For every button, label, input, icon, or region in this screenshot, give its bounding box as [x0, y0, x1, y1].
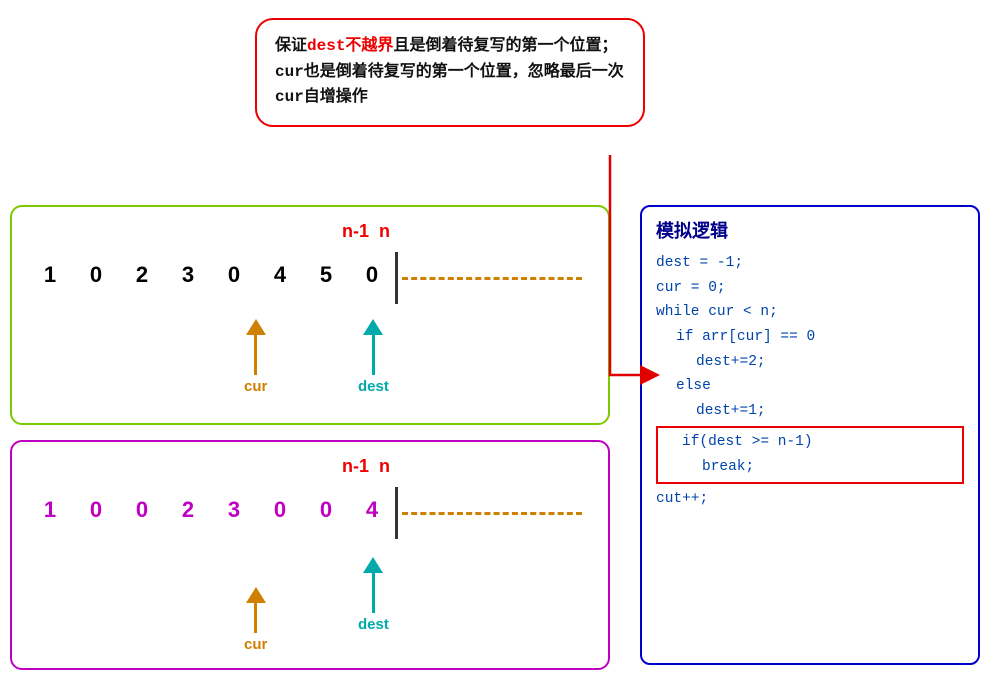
top-arr-7: 0 [349, 262, 395, 288]
top-arr-5: 4 [257, 262, 303, 288]
top-n-minus-1: n-1 [342, 221, 369, 242]
bottom-array-box: n-1 n 1 0 0 2 3 0 0 4 dest cur [10, 440, 610, 670]
bot-arr-2: 0 [119, 497, 165, 523]
top-dest-shaft [372, 335, 375, 375]
bot-arr-4: 3 [211, 497, 257, 523]
bottom-dest-shaft [372, 573, 375, 613]
top-cur-arrow: cur [244, 319, 267, 395]
top-cur-shaft [254, 335, 257, 375]
top-n-labels: n-1 n [342, 221, 390, 242]
top-arr-4: 0 [211, 262, 257, 288]
code-box-title: 模拟逻辑 [656, 217, 964, 243]
tooltip-line2: cur也是倒着待复写的第一个位置，忽略最后一次 [275, 63, 624, 81]
bottom-cur-arrowhead [246, 587, 266, 603]
bottom-array-numbers: 1 0 0 2 3 0 0 4 [27, 497, 395, 523]
top-dest-arrowhead [363, 319, 383, 335]
top-dest-arrow: dest [358, 319, 389, 395]
tooltip-line3: cur自增操作 [275, 88, 368, 106]
top-array-box: n-1 n 1 0 2 3 0 4 5 0 cur dest [10, 205, 610, 425]
code-line-1: dest = -1; [656, 251, 964, 276]
bottom-n-labels: n-1 n [342, 456, 390, 477]
top-vert-bar [395, 252, 398, 304]
code-line-10: cut++; [656, 487, 964, 512]
top-arr-1: 0 [73, 262, 119, 288]
tooltip-line1: 保证dest不越界且是倒着待复写的第一个位置； [275, 37, 617, 55]
top-arr-6: 5 [303, 262, 349, 288]
bottom-n-minus-1: n-1 [342, 456, 369, 477]
code-line-6: else [656, 374, 964, 399]
code-line-7: dest+=1; [656, 399, 964, 424]
bot-arr-7: 4 [349, 497, 395, 523]
bottom-cur-label: cur [244, 636, 267, 653]
top-dashed [402, 277, 582, 280]
top-arr-2: 2 [119, 262, 165, 288]
code-line-4: if arr[cur] == 0 [656, 325, 964, 350]
code-line-5: dest+=2; [656, 350, 964, 375]
bottom-n: n [379, 456, 390, 477]
bottom-dest-label: dest [358, 616, 389, 633]
code-line-2: cur = 0; [656, 276, 964, 301]
top-arr-3: 3 [165, 262, 211, 288]
bottom-dashed [402, 512, 582, 515]
top-array-numbers: 1 0 2 3 0 4 5 0 [27, 262, 395, 288]
bot-arr-5: 0 [257, 497, 303, 523]
bot-arr-3: 2 [165, 497, 211, 523]
code-line-8: if(dest >= n-1) [662, 430, 958, 455]
top-cur-arrowhead [246, 319, 266, 335]
code-box: 模拟逻辑 dest = -1; cur = 0; while cur < n; … [640, 205, 980, 665]
bottom-dest-arrowhead [363, 557, 383, 573]
bot-arr-1: 0 [73, 497, 119, 523]
top-cur-label: cur [244, 378, 267, 395]
code-line-3: while cur < n; [656, 300, 964, 325]
code-highlight-box: if(dest >= n-1) break; [656, 426, 964, 483]
top-n: n [379, 221, 390, 242]
bottom-vert-bar [395, 487, 398, 539]
bottom-dest-arrow: dest [358, 557, 389, 633]
top-dest-label: dest [358, 378, 389, 395]
bot-arr-6: 0 [303, 497, 349, 523]
code-line-9: break; [662, 455, 958, 480]
top-arr-0: 1 [27, 262, 73, 288]
bottom-cur-arrow: cur [244, 587, 267, 653]
tooltip-bubble: 保证dest不越界且是倒着待复写的第一个位置； cur也是倒着待复写的第一个位置… [255, 18, 645, 127]
bot-arr-0: 1 [27, 497, 73, 523]
bottom-cur-shaft [254, 603, 257, 633]
